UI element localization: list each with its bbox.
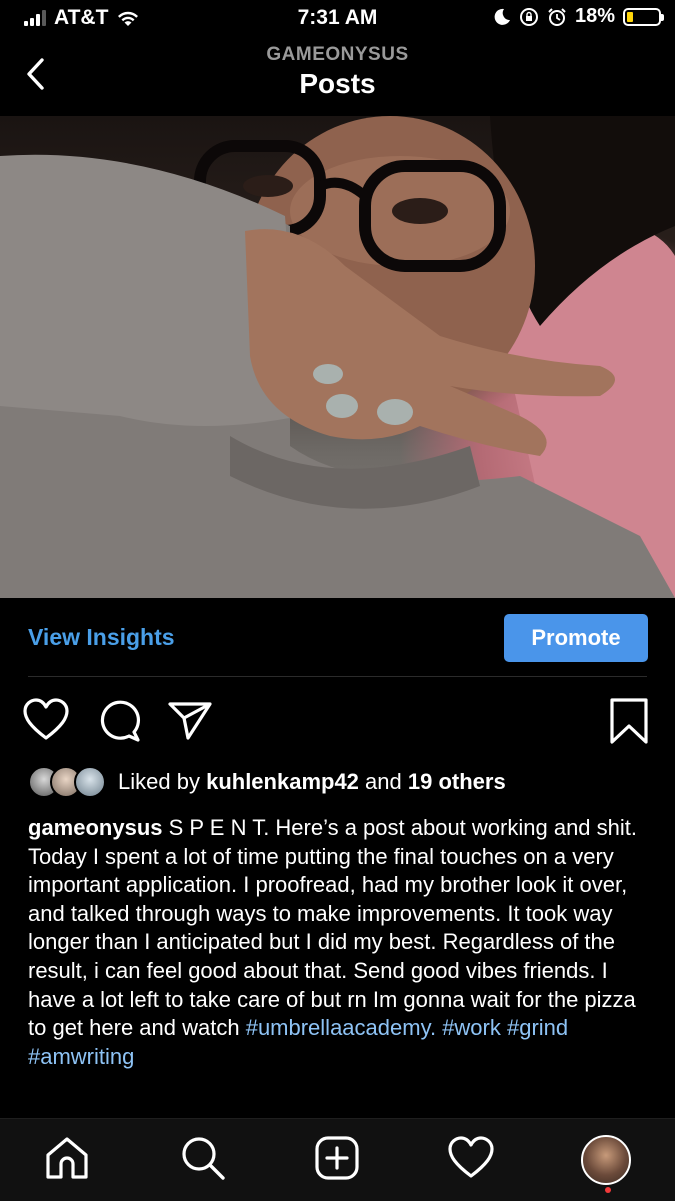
liked-by-prefix: Liked by — [118, 769, 200, 794]
hashtag[interactable]: #amwriting — [28, 1044, 134, 1069]
post-photo-art — [0, 116, 675, 598]
alarm-icon — [548, 7, 566, 26]
view-insights-link[interactable]: View Insights — [28, 624, 175, 651]
battery-percent: 18% — [574, 5, 615, 27]
divider — [28, 676, 647, 677]
liked-by-and: and — [365, 769, 402, 794]
post-caption: gameonysus S P E N T. Here’s a post abou… — [28, 814, 648, 1071]
lock-rotation-icon — [519, 7, 538, 26]
home-icon[interactable] — [42, 1133, 92, 1183]
search-icon[interactable] — [178, 1133, 228, 1183]
send-icon[interactable] — [166, 696, 214, 746]
liked-by-user[interactable]: kuhlenkamp42 — [206, 769, 359, 795]
hashtag[interactable]: #work — [442, 1015, 501, 1040]
promote-button[interactable]: Promote — [504, 614, 648, 662]
likes-row[interactable]: Liked by kuhlenkamp42 and 19 others — [28, 766, 506, 798]
hashtag[interactable]: #umbrellaacademy. — [246, 1015, 436, 1040]
avatar — [74, 766, 106, 798]
post-photo[interactable] — [0, 116, 675, 598]
activity-icon[interactable] — [446, 1133, 496, 1183]
post-actions — [0, 696, 675, 748]
page-title: Posts — [299, 68, 376, 99]
caption-username[interactable]: gameonysus — [28, 815, 163, 840]
moon-icon — [494, 8, 510, 25]
liked-by-others[interactable]: 19 others — [408, 769, 506, 795]
profile-username: GAMEONYSUS — [266, 44, 409, 65]
caption-text: S P E N T. Here’s a post about working a… — [28, 815, 637, 1041]
heart-icon[interactable] — [22, 696, 70, 746]
bookmark-icon[interactable] — [606, 696, 654, 746]
profile-tab-avatar[interactable] — [581, 1135, 631, 1185]
notification-dot — [605, 1187, 611, 1193]
bottom-tab-bar — [0, 1118, 675, 1201]
battery-icon — [623, 7, 664, 26]
comment-icon[interactable] — [96, 696, 144, 746]
nav-header: GAMEONYSUS Posts — [0, 38, 675, 116]
liker-avatars — [28, 766, 108, 798]
insights-row: View Insights Promote — [0, 598, 675, 676]
hashtag[interactable]: #grind — [507, 1015, 568, 1040]
add-icon[interactable] — [312, 1133, 362, 1183]
status-right: 18% — [493, 5, 664, 28]
status-bar: AT&T 7:31 AM 18% — [0, 0, 675, 38]
